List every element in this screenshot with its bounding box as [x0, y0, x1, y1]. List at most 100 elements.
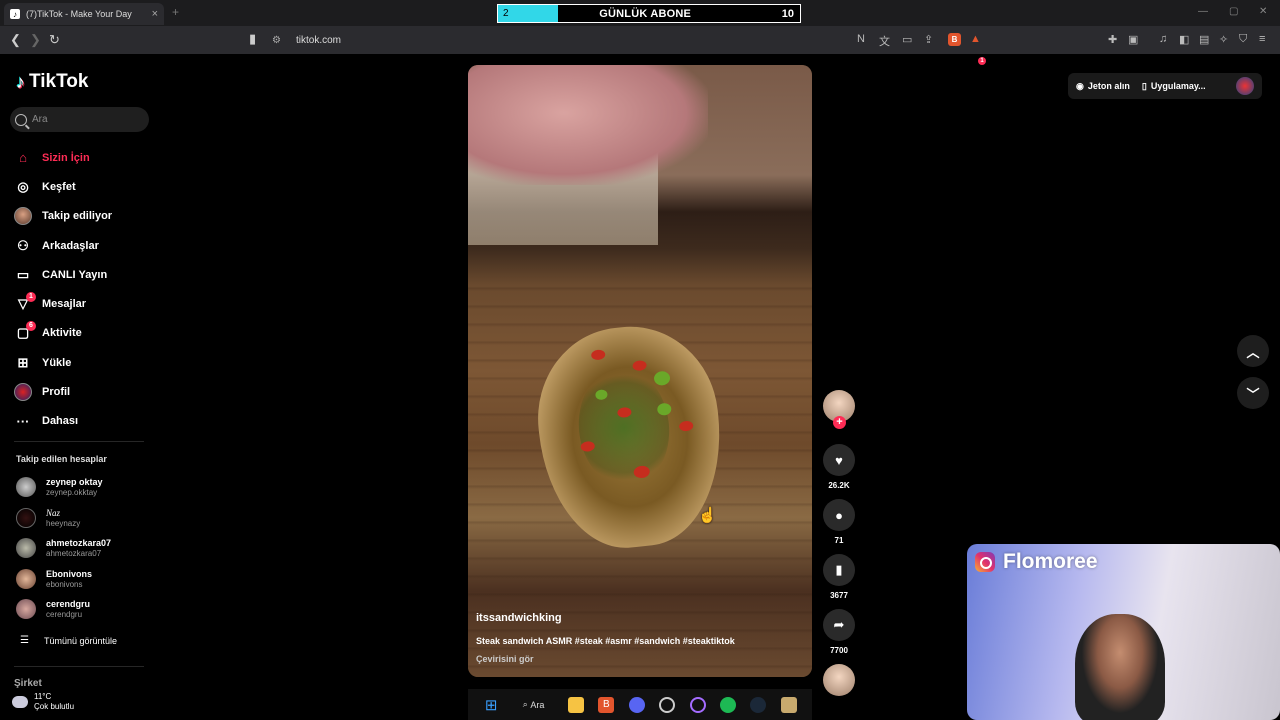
next-video-button[interactable]: ﹀	[1237, 377, 1269, 409]
subscriber-goal-overlay: 2 GÜNLÜK ABONE 10	[497, 4, 801, 23]
account-item[interactable]: cerendgru cerendgru	[16, 595, 90, 623]
file-explorer-icon[interactable]	[567, 696, 584, 713]
rewards-badge: 1	[978, 57, 986, 65]
comment-button[interactable]: ●	[823, 499, 855, 531]
share-icon[interactable]: ⇪	[924, 33, 933, 46]
app-icon[interactable]	[689, 696, 706, 713]
reader-icon[interactable]: N	[857, 33, 865, 45]
account-username: heeynazy	[46, 519, 81, 528]
maximize-icon[interactable]: ▢	[1229, 6, 1238, 17]
sidebar-item-upload[interactable]: ⊞ Yükle	[14, 348, 154, 377]
sidebar-item-activity[interactable]: ▢ 6 Aktivite	[14, 319, 154, 348]
avatar	[16, 508, 36, 528]
sidebar-item-label: Arkadaşlar	[42, 239, 99, 252]
sidebar-item-for-you[interactable]: ⌂ Sizin İçin	[14, 143, 154, 172]
save-count: 3677	[830, 591, 848, 600]
streamer-name: Flomoree	[1003, 550, 1098, 573]
minimize-icon[interactable]: —	[1198, 6, 1208, 17]
account-item[interactable]: Naz heeynazy	[16, 504, 80, 532]
see-all-label: Tümünü görüntüle	[44, 635, 118, 646]
weather-widget[interactable]: 11°C Çok bulutlu	[12, 692, 74, 712]
sidebar-item-friends[interactable]: ⚇ Arkadaşlar	[14, 231, 154, 260]
upload-icon: ⊞	[17, 354, 29, 370]
steam-icon[interactable]	[750, 696, 767, 713]
obs-icon[interactable]	[659, 696, 676, 713]
company-link[interactable]: Şirket	[14, 678, 42, 689]
follow-plus-icon[interactable]: +	[833, 416, 846, 429]
extensions-icon[interactable]: ✚	[1108, 33, 1117, 46]
following-avatar-icon	[14, 207, 32, 226]
reload-icon[interactable]: ↻	[49, 32, 60, 48]
activity-icon: ▢ 6	[14, 321, 36, 342]
url-text: tiktok.com	[296, 34, 342, 46]
search-input[interactable]: Ara	[10, 107, 149, 132]
video-username[interactable]: itssandwichking	[476, 612, 562, 624]
get-app-button[interactable]: Uygulamay...	[1151, 81, 1206, 91]
account-name: ahmetozkara07	[46, 538, 112, 548]
share-count: 7700	[830, 646, 848, 655]
previous-video-button[interactable]: ︿	[1237, 335, 1269, 367]
leo-ai-icon[interactable]: ✧	[1219, 33, 1228, 46]
video-player[interactable]	[468, 65, 812, 677]
see-all-button[interactable]: ☰ Tümünü görüntüle	[20, 635, 117, 646]
account-item[interactable]: Ebonivons ebonivons	[16, 565, 92, 593]
comment-count: 71	[834, 536, 844, 545]
spotify-icon[interactable]	[719, 696, 736, 713]
mouse-cursor-icon: ☝	[698, 507, 717, 524]
taskbar-search[interactable]: ⌕ Ara	[514, 697, 554, 713]
music-disc-avatar[interactable]	[823, 664, 855, 696]
avatar	[16, 599, 36, 619]
site-settings-icon[interactable]: ⚙	[272, 35, 284, 46]
menu-icon[interactable]: ≡	[1259, 33, 1265, 45]
brave-icon[interactable]: B	[598, 696, 615, 713]
live-icon: ▭	[16, 266, 30, 282]
close-window-icon[interactable]: ✕	[1259, 6, 1267, 17]
account-name: Ebonivons	[46, 569, 93, 579]
browser-tab[interactable]: ♪ (7)TikTok - Make Your Day ×	[4, 3, 164, 25]
share-button[interactable]: ➦	[823, 609, 855, 641]
new-tab-button[interactable]: +	[172, 5, 179, 19]
get-coins-button[interactable]: Jeton alın	[1088, 81, 1130, 91]
wallet2-icon[interactable]: ▤	[1199, 33, 1209, 46]
account-name: zeynep oktay	[46, 477, 103, 487]
translate-link[interactable]: Çevirisini gör	[476, 654, 534, 664]
messages-icon: ▽ 1	[14, 292, 36, 313]
sidebar-item-live[interactable]: ▭ CANLI Yayın	[14, 260, 154, 289]
taskbar: ⊞ ⌕ Ara B	[468, 689, 812, 720]
cast-icon[interactable]: ▭	[902, 33, 912, 46]
sidebar-toggle-icon[interactable]: ◧	[1179, 33, 1189, 46]
coin-icon: ◉	[1076, 80, 1084, 91]
account-item[interactable]: zeynep oktay zeynep.okktay	[16, 473, 103, 501]
sidebar-item-label: Aktivite	[42, 327, 82, 340]
save-button[interactable]: ▮	[823, 554, 855, 586]
sidebar-item-following[interactable]: Takip ediliyor	[14, 202, 154, 231]
tab-close-icon[interactable]: ×	[152, 8, 158, 20]
creator-avatar[interactable]: +	[823, 390, 855, 429]
back-icon[interactable]: ❮	[10, 32, 21, 48]
forward-icon[interactable]: ❯	[30, 32, 41, 48]
avatar	[16, 538, 36, 558]
league-icon[interactable]	[780, 696, 797, 713]
wallet-icon[interactable]: ▣	[1128, 33, 1138, 46]
translate-icon[interactable]: 文	[879, 33, 890, 49]
brave-rewards-icon[interactable]: ▲	[970, 33, 981, 45]
music-icon[interactable]: ♫	[1159, 33, 1167, 45]
friends-icon: ⚇	[17, 237, 29, 253]
brave-shields-icon[interactable]: B	[948, 33, 961, 46]
tiktok-note-icon: ♪	[16, 71, 25, 92]
vpn-icon[interactable]: ⛉	[1239, 33, 1247, 46]
sidebar-item-profile[interactable]: Profil	[14, 377, 154, 406]
windows-start-icon[interactable]: ⊞	[483, 697, 499, 714]
like-button[interactable]: ♥	[823, 444, 855, 476]
account-name: Naz	[46, 508, 61, 518]
sidebar-item-label: Sizin İçin	[42, 151, 90, 164]
sidebar-item-more[interactable]: ··· Dahası	[14, 407, 154, 436]
sidebar-item-explore[interactable]: ◎ Keşfet	[14, 172, 154, 201]
bookmark-icon[interactable]: ▮	[249, 31, 256, 47]
profile-avatar[interactable]	[1236, 77, 1254, 95]
discord-icon[interactable]	[628, 696, 645, 713]
like-count: 26.2K	[828, 481, 850, 490]
tiktok-logo[interactable]: ♪ TikTok	[16, 71, 88, 93]
sidebar-item-messages[interactable]: ▽ 1 Mesajlar	[14, 289, 154, 318]
account-item[interactable]: ahmetozkara07 ahmetozkara07	[16, 534, 111, 562]
